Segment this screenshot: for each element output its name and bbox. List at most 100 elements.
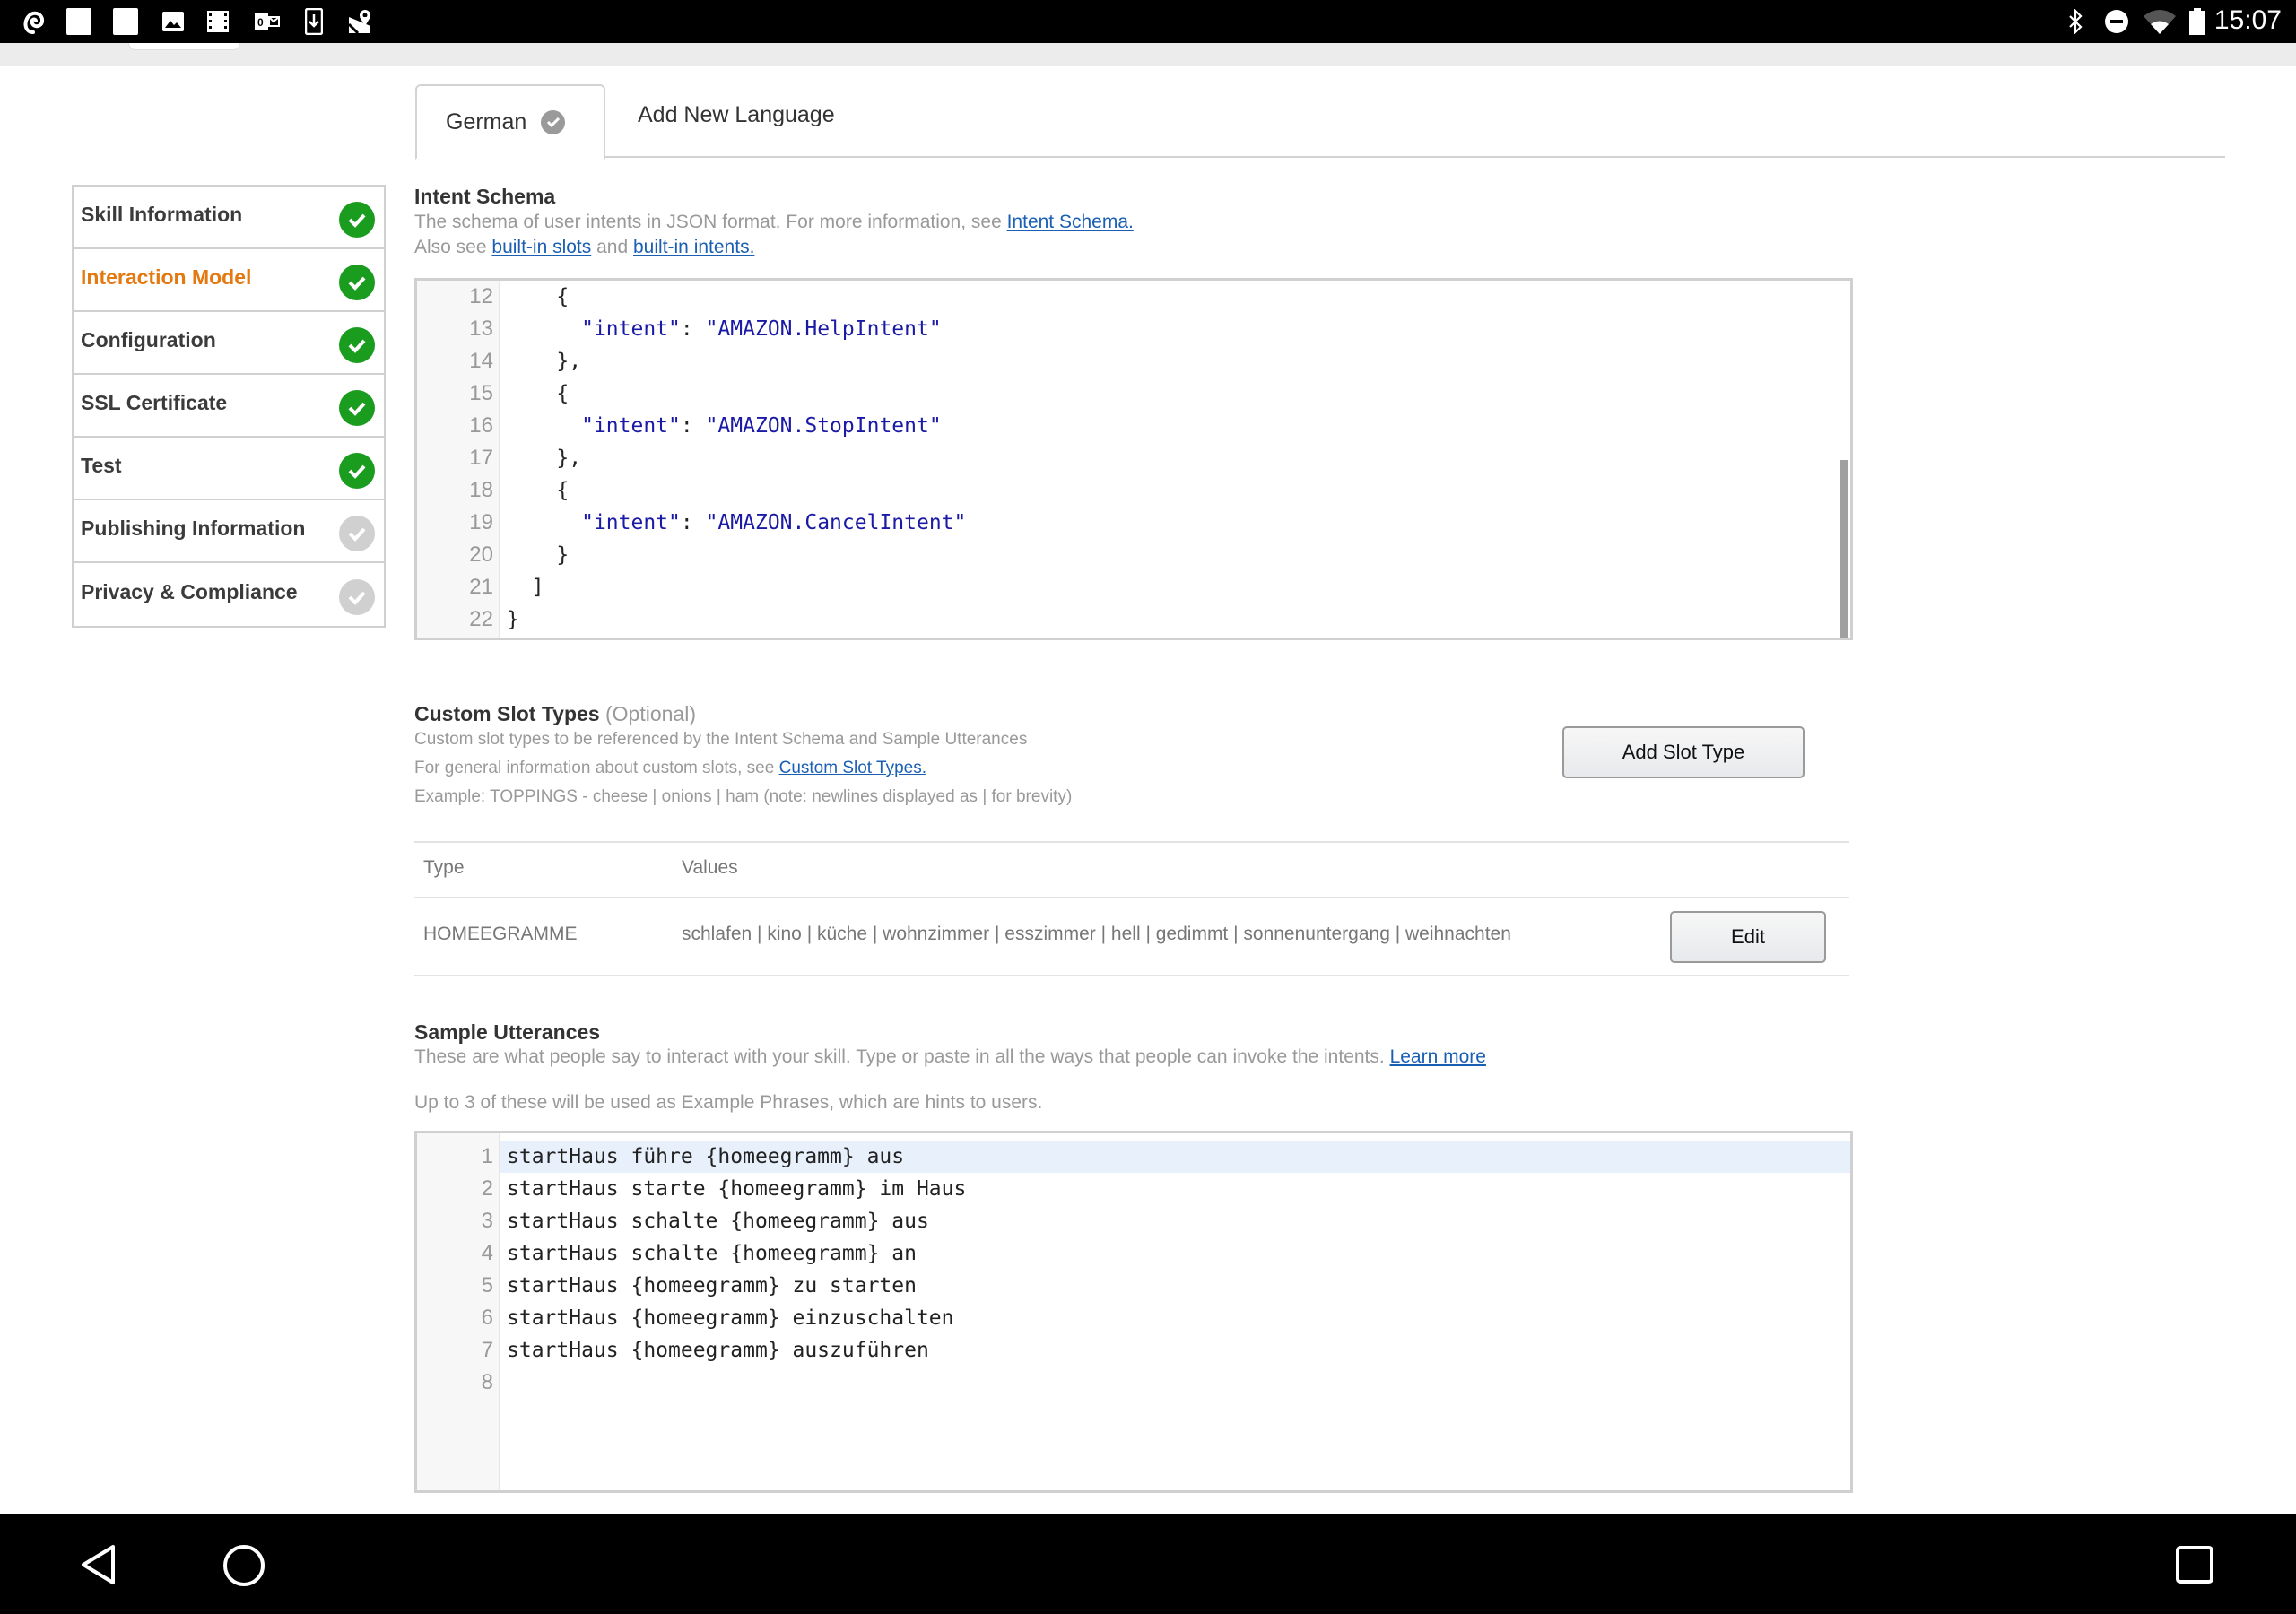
line-number: 4	[481, 1241, 493, 1265]
sidebar-item-privacy-compliance[interactable]: Privacy & Compliance	[74, 563, 384, 626]
intent-schema-editor[interactable]: 12 {13 "intent": "AMAZON.HelpIntent" 14 }…	[414, 278, 1853, 640]
check-incomplete-icon	[339, 579, 375, 615]
home-button[interactable]	[222, 1544, 265, 1592]
column-header-type: Type	[423, 857, 465, 878]
sidebar-item-interaction-model[interactable]: Interaction Model	[74, 249, 384, 312]
sidebar-item-test[interactable]: Test	[74, 438, 384, 500]
code-line: 13 "intent": "AMAZON.HelpIntent"	[417, 313, 1850, 345]
skill-sidebar: Skill Information Interaction Model Conf…	[72, 185, 386, 628]
film-icon	[206, 8, 230, 35]
sidebar-item-skill-information[interactable]: Skill Information	[74, 187, 384, 249]
svg-text:0: 0	[257, 16, 264, 29]
column-header-values: Values	[682, 857, 738, 878]
utterance-text: startHaus schalte {homeegramm} an	[507, 1242, 917, 1265]
home-icon	[223, 1545, 265, 1586]
edit-slot-button[interactable]: Edit	[1670, 911, 1826, 963]
android-nav-bar	[0, 1514, 2296, 1614]
code-line: 12 {	[417, 281, 1850, 313]
utterance-line: 1 startHaus führe {homeegramm} aus	[482, 1141, 1850, 1173]
table-divider	[414, 897, 1849, 898]
code-line: 22}	[417, 603, 1850, 636]
check-complete-icon	[339, 327, 375, 363]
line-number: 8	[481, 1370, 493, 1394]
battery-icon	[2188, 8, 2206, 35]
json-punctuation: {	[556, 479, 570, 502]
check-circle-icon	[541, 109, 566, 134]
sidebar-item-label: SSL Certificate	[81, 390, 228, 414]
sidebar-item-label: Publishing Information	[81, 516, 306, 540]
code-text: {	[507, 474, 569, 507]
optional-label: (Optional)	[605, 702, 696, 725]
sample-utterances-title: Sample Utterances	[414, 1020, 601, 1044]
line-number: 6	[481, 1306, 493, 1330]
line-number: 3	[481, 1209, 493, 1233]
custom-slot-desc-2-text: For general information about custom slo…	[414, 759, 779, 777]
editor-scrollbar[interactable]	[1840, 460, 1848, 638]
intent-schema-desc-text: The schema of user intents in JSON forma…	[414, 212, 1007, 232]
check-complete-icon	[339, 265, 375, 300]
line-number: 1	[481, 1144, 493, 1168]
json-separator: :	[680, 511, 706, 534]
image-icon	[161, 8, 185, 35]
line-number: 5	[481, 1273, 493, 1297]
utterance-line: 3 startHaus schalte {homeegramm} aus	[417, 1205, 1850, 1237]
intent-schema-link[interactable]: Intent Schema.	[1007, 212, 1134, 232]
line-number: 22	[469, 607, 493, 631]
json-value: "AMAZON.CancelIntent"	[705, 511, 967, 534]
json-punctuation: },	[556, 350, 582, 373]
json-punctuation: ]	[531, 576, 544, 599]
sample-utterances-editor[interactable]: 1 startHaus führe {homeegramm} aus 2 startH…	[414, 1131, 1853, 1493]
json-punctuation: {	[556, 382, 570, 405]
code-text: {	[507, 281, 569, 313]
custom-slot-types-title-text: Custom Slot Types	[414, 702, 600, 725]
sidebar-item-publishing-information[interactable]: Publishing Information	[74, 500, 384, 563]
back-button[interactable]	[79, 1544, 118, 1590]
code-line: 20 }	[417, 539, 1850, 571]
check-complete-icon	[339, 202, 375, 238]
slot-type-values: schlafen | kino | küche | wohnzimmer | e…	[682, 924, 1511, 944]
line-number: 7	[481, 1338, 493, 1362]
tab-german-label: German	[446, 108, 527, 134]
custom-slot-desc-3: Example: TOPPINGS - cheese | onions | ha…	[414, 787, 1073, 806]
json-separator: :	[680, 414, 706, 438]
built-in-intents-link[interactable]: built-in intents.	[633, 237, 754, 257]
code-text: ]	[507, 571, 544, 603]
intent-schema-description: The schema of user intents in JSON forma…	[414, 210, 1134, 260]
tab-add-new-language[interactable]: Add New Language	[638, 102, 835, 128]
utterance-text: startHaus schalte {homeegramm} aus	[507, 1210, 929, 1233]
tab-german[interactable]: German	[415, 84, 605, 160]
recents-button[interactable]	[2176, 1546, 2213, 1588]
line-number: 15	[469, 381, 493, 405]
sidebar-item-ssl-certificate[interactable]: SSL Certificate	[74, 375, 384, 438]
json-punctuation: }	[556, 543, 570, 567]
sidebar-item-label: Test	[81, 453, 122, 477]
sidebar-item-configuration[interactable]: Configuration	[74, 312, 384, 375]
app-swirl-icon	[18, 8, 48, 35]
sidebar-item-label: Privacy & Compliance	[81, 579, 298, 603]
slot-type-name: HOMEEGRAMME	[423, 924, 578, 944]
built-in-slots-link[interactable]: built-in slots	[491, 237, 591, 257]
sample-utterances-description: These are what people say to interact wi…	[414, 1045, 1486, 1070]
learn-more-link[interactable]: Learn more	[1390, 1046, 1486, 1067]
code-line: 15 {	[417, 377, 1850, 410]
check-incomplete-icon	[339, 516, 375, 551]
browser-tab-fragment[interactable]	[128, 43, 240, 50]
json-punctuation: {	[556, 285, 570, 308]
utterance-text: startHaus {homeegramm} einzuschalten	[507, 1306, 954, 1330]
custom-slot-types-title: Custom Slot Types (Optional)	[414, 702, 696, 726]
custom-slot-types-link[interactable]: Custom Slot Types.	[779, 759, 926, 777]
do-not-disturb-icon	[2103, 8, 2130, 35]
maps-icon	[346, 8, 373, 35]
line-number: 18	[469, 478, 493, 502]
code-text: "intent": "AMAZON.CancelIntent"	[507, 507, 966, 539]
code-line: 17 },	[417, 442, 1850, 474]
add-slot-type-button[interactable]: Add Slot Type	[1562, 726, 1805, 778]
sidebar-item-label: Configuration	[81, 327, 216, 351]
code-text: },	[507, 442, 581, 474]
clock: 15:07	[2213, 5, 2282, 35]
custom-slot-desc-1: Custom slot types to be referenced by th…	[414, 730, 1028, 749]
